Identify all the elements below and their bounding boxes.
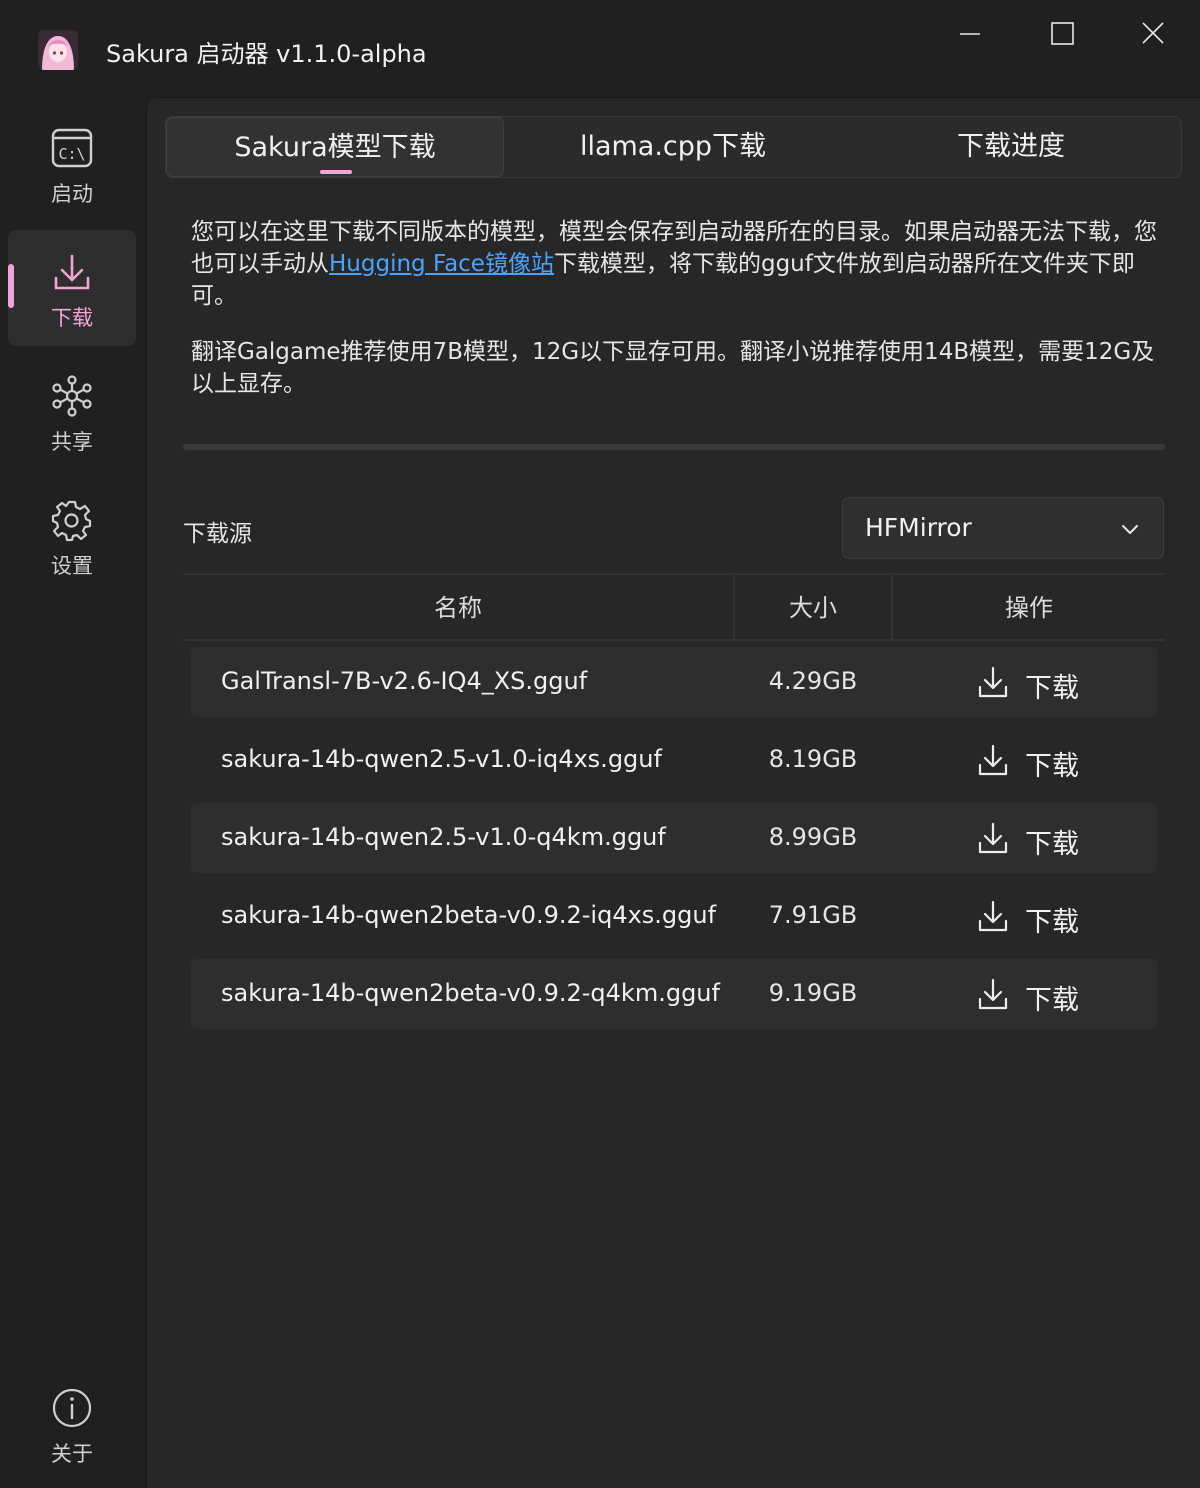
model-name: GalTransl-7B-v2.6-IQ4_XS.gguf — [221, 667, 588, 695]
download-icon — [54, 254, 90, 290]
close-button[interactable] — [1131, 14, 1175, 54]
model-size: 4.29GB — [768, 667, 858, 695]
tab-label: 下载进度 — [957, 131, 1065, 162]
sidebar-item-label: 启动 — [51, 182, 93, 206]
window-title: Sakura 启动器 v1.1.0-alpha — [106, 40, 427, 68]
download-icon — [978, 978, 1008, 1010]
model-size: 8.99GB — [768, 823, 858, 851]
download-source-select[interactable]: HFMirror — [842, 497, 1164, 559]
download-button-label: 下载 — [1025, 673, 1079, 704]
model-name: sakura-14b-qwen2beta-v0.9.2-iq4xs.gguf — [221, 901, 717, 929]
table-row: sakura-14b-qwen2beta-v0.9.2-q4km.gguf 9.… — [191, 959, 1157, 1029]
sidebar-item-about[interactable]: 关于 — [8, 1366, 136, 1482]
download-button[interactable]: 下载 — [977, 659, 1097, 705]
tab-label: Sakura模型下载 — [234, 132, 436, 163]
network-icon — [52, 375, 92, 417]
sidebar-item-share[interactable]: 共享 — [8, 354, 136, 470]
tab-bar: Sakura模型下载 llama.cpp下载 下载进度 — [165, 116, 1182, 178]
model-name: sakura-14b-qwen2.5-v1.0-q4km.gguf — [221, 823, 666, 851]
gear-icon — [51, 500, 92, 542]
description-paragraph: 翻译Galgame推荐使用7B模型，12G以下显存可用。翻译小说推荐使用14B模… — [191, 339, 1155, 397]
tab-sakura-models[interactable]: Sakura模型下载 — [166, 117, 504, 177]
download-button-label: 下载 — [1025, 829, 1079, 860]
minimize-button[interactable] — [948, 14, 992, 54]
table-row: sakura-14b-qwen2beta-v0.9.2-iq4xs.gguf 7… — [191, 881, 1157, 951]
main-panel: Sakura模型下载 llama.cpp下载 下载进度 您可以在这里下载不同版本… — [146, 97, 1200, 1488]
column-header-action[interactable]: 操作 — [893, 575, 1165, 641]
hugging-face-mirror-link[interactable]: Hugging Face镜像站 — [329, 251, 554, 277]
sidebar-item-label: 设置 — [51, 554, 93, 578]
model-size: 7.91GB — [768, 901, 858, 929]
model-name: sakura-14b-qwen2beta-v0.9.2-q4km.gguf — [221, 979, 720, 1007]
download-icon — [978, 822, 1008, 854]
sidebar-item-label: 关于 — [51, 1442, 93, 1466]
tab-llama-cpp[interactable]: llama.cpp下载 — [504, 117, 842, 177]
info-icon — [52, 1388, 92, 1428]
table-row: GalTransl-7B-v2.6-IQ4_XS.gguf 4.29GB 下载 — [191, 647, 1157, 717]
download-button-label: 下载 — [1025, 907, 1079, 938]
select-value: HFMirror — [865, 513, 972, 542]
tab-selected-indicator — [320, 170, 352, 174]
download-button[interactable]: 下载 — [977, 971, 1097, 1017]
download-source-label: 下载源 — [183, 521, 252, 547]
column-header-name[interactable]: 名称 — [183, 575, 733, 641]
chevron-down-icon — [1122, 525, 1138, 534]
download-button-label: 下载 — [1025, 985, 1079, 1016]
divider — [183, 444, 1165, 450]
maximize-button[interactable] — [1040, 14, 1084, 54]
table-row: sakura-14b-qwen2.5-v1.0-q4km.gguf 8.99GB… — [191, 803, 1157, 873]
tab-download-progress[interactable]: 下载进度 — [842, 117, 1180, 177]
table-header: 名称 大小 操作 — [183, 573, 1165, 641]
description-paragraph: 您可以在这里下载不同版本的模型，模型会保存到启动器所在的目录。如果启动器无法下载… — [191, 219, 1157, 309]
sidebar-item-settings[interactable]: 设置 — [8, 478, 136, 594]
column-header-size[interactable]: 大小 — [735, 575, 891, 641]
svg-text:C:\: C:\ — [58, 145, 85, 163]
download-icon — [978, 666, 1008, 698]
sidebar-item-download[interactable]: 下载 — [8, 230, 136, 346]
download-button[interactable]: 下载 — [977, 893, 1097, 939]
download-icon — [978, 744, 1008, 776]
download-button[interactable]: 下载 — [977, 737, 1097, 783]
download-button-label: 下载 — [1025, 751, 1079, 782]
app-logo — [38, 30, 78, 70]
model-name: sakura-14b-qwen2.5-v1.0-iq4xs.gguf — [221, 745, 662, 773]
title-bar: Sakura 启动器 v1.1.0-alpha — [0, 0, 1200, 96]
table-row: sakura-14b-qwen2.5-v1.0-iq4xs.gguf 8.19G… — [191, 725, 1157, 795]
terminal-icon: C:\ — [51, 128, 93, 168]
description: 您可以在这里下载不同版本的模型，模型会保存到启动器所在的目录。如果启动器无法下载… — [191, 216, 1161, 424]
sidebar-item-label: 共享 — [51, 430, 93, 454]
sidebar-item-label: 下载 — [51, 306, 93, 330]
download-button[interactable]: 下载 — [977, 815, 1097, 861]
model-size: 9.19GB — [768, 979, 858, 1007]
model-size: 8.19GB — [768, 745, 858, 773]
download-icon — [978, 900, 1008, 932]
tab-label: llama.cpp下载 — [579, 131, 767, 162]
sidebar-item-launch[interactable]: C:\ 启动 — [8, 106, 136, 222]
